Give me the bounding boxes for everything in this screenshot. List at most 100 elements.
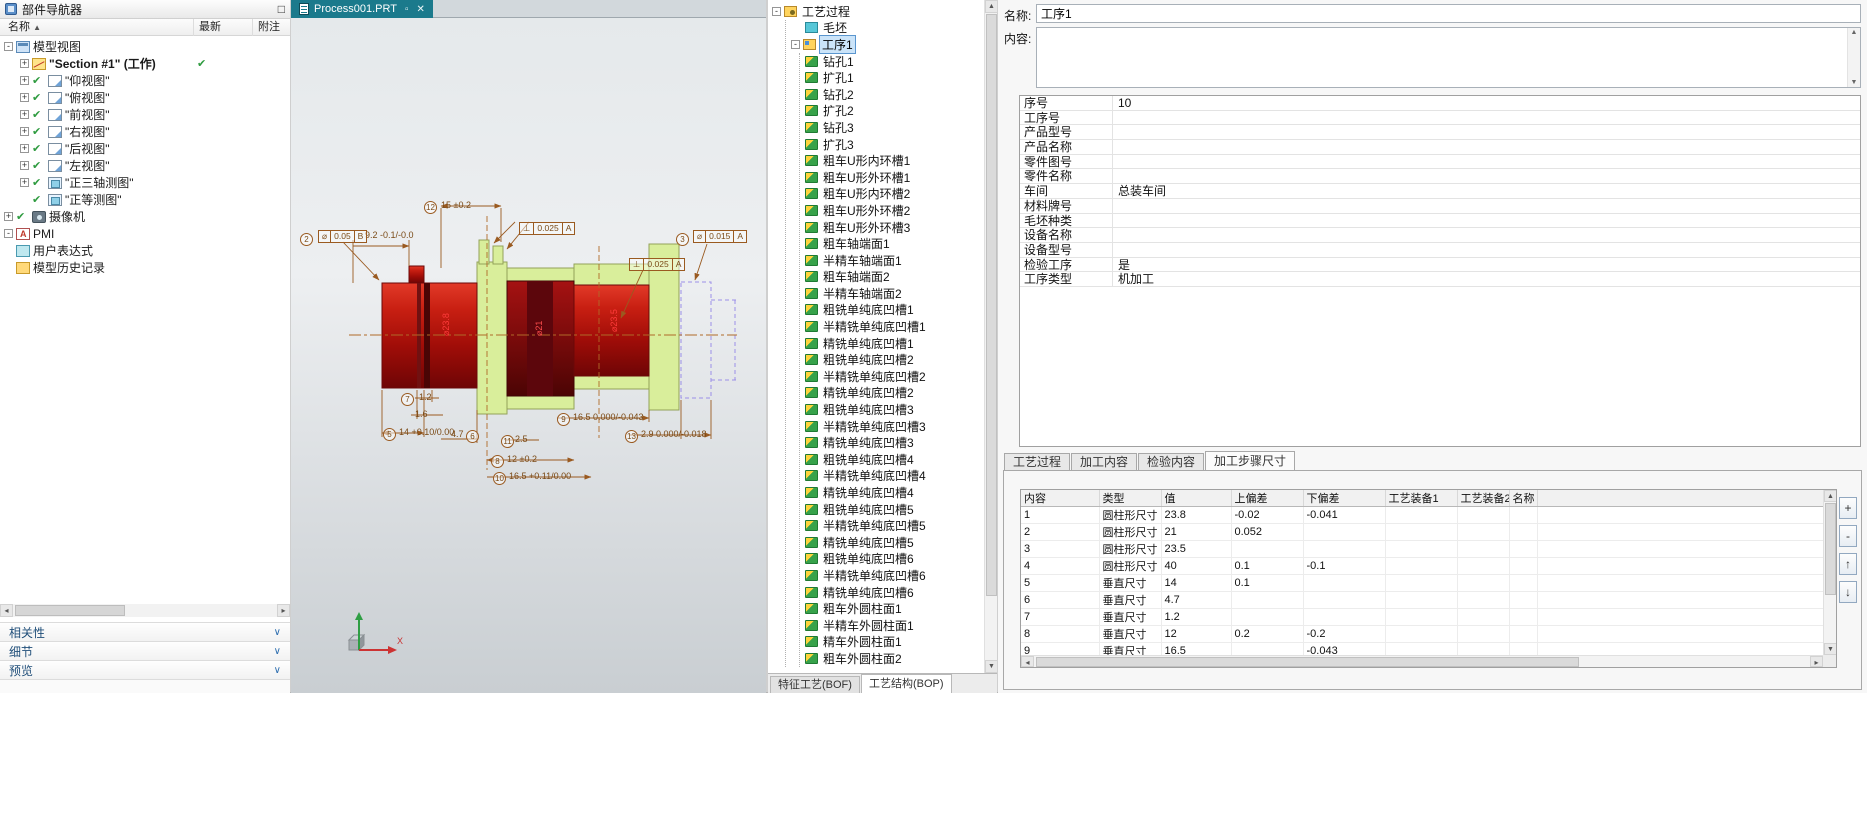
operation-item[interactable]: 扩孔2 [800, 103, 984, 120]
nav-tree-item[interactable]: + "Section #1" (工作) ✔ [0, 55, 290, 72]
attribute-value[interactable] [1113, 155, 1118, 169]
attribute-value[interactable] [1113, 243, 1118, 257]
nav-tree-item[interactable]: + ✔ "右视图" [0, 123, 290, 140]
close-tab-icon[interactable]: ✕ [417, 4, 425, 15]
scroll-down-icon[interactable]: ▼ [1824, 643, 1836, 655]
move-up-button[interactable]: ↑ [1839, 553, 1857, 575]
nav-tree-item[interactable]: + ✔ "俯视图" [0, 89, 290, 106]
table-row[interactable]: 3 圆柱形尺寸 23.5 [1021, 540, 1823, 558]
operation-item[interactable]: 精铣单纯底凹槽6 [800, 584, 984, 601]
scroll-right-icon[interactable]: ▸ [277, 604, 290, 617]
column-header[interactable]: 内容 [1021, 490, 1100, 507]
operation-item[interactable]: 半精车轴端面2 [800, 285, 984, 302]
operation-item[interactable]: 半精铣单纯底凹槽2 [800, 368, 984, 385]
nav-tree-item[interactable]: - PMI [0, 225, 290, 242]
table-row[interactable]: 6 垂直尺寸 4.7 [1021, 591, 1823, 609]
viewport-tab[interactable]: Process001.PRT ▫ ✕ [291, 0, 433, 18]
attribute-value[interactable]: 是 [1113, 258, 1130, 272]
operation-item[interactable]: 半精铣单纯底凹槽1 [800, 318, 984, 335]
attribute-value[interactable] [1113, 111, 1118, 125]
attribute-value[interactable] [1113, 125, 1118, 139]
operation-item[interactable]: 粗车U形外环槽1 [800, 169, 984, 186]
table-horizontal-scrollbar[interactable]: ◂ ▸ [1021, 655, 1823, 667]
nav-tree-item[interactable]: 用户表达式 [0, 242, 290, 259]
column-header[interactable]: 类型 [1099, 490, 1162, 507]
operation-item[interactable]: 半精铣单纯底凹槽6 [800, 567, 984, 584]
name-input[interactable] [1036, 4, 1861, 23]
operation-item[interactable]: 精铣单纯底凹槽3 [800, 434, 984, 451]
operation-item[interactable]: 半精车轴端面1 [800, 252, 984, 269]
nav-tree-item[interactable]: + ✔ "前视图" [0, 106, 290, 123]
attribute-value[interactable] [1113, 169, 1118, 183]
operation-item[interactable]: 半精铣单纯底凹槽4 [800, 468, 984, 485]
operation-item[interactable]: 粗车U形内环槽2 [800, 186, 984, 203]
undock-window-button[interactable]: □ [278, 2, 285, 16]
operation-item[interactable]: 粗车U形外环槽3 [800, 219, 984, 236]
expand-icon[interactable]: + [20, 93, 29, 102]
nav-tree-item[interactable]: + ✔ "后视图" [0, 140, 290, 157]
operation-item[interactable]: 粗车轴端面2 [800, 269, 984, 286]
nav-tree-item[interactable]: 模型历史记录 [0, 259, 290, 276]
scroll-down-icon[interactable]: ▼ [1851, 79, 1858, 86]
scrollbar-track[interactable] [13, 604, 277, 617]
blank-item[interactable]: 毛坯 [786, 20, 984, 37]
float-window-icon[interactable]: ▫ [405, 4, 409, 15]
column-header[interactable]: 名称 [1509, 490, 1538, 507]
operation-item[interactable]: 扩孔3 [800, 136, 984, 153]
operation-item[interactable]: 粗车U形外环槽2 [800, 202, 984, 219]
operation-item[interactable]: 粗铣单纯底凹槽5 [800, 501, 984, 518]
scrollbar-track[interactable] [1034, 656, 1810, 667]
detail-tab-1[interactable]: 加工内容 [1071, 453, 1138, 471]
column-header[interactable]: 值 [1161, 490, 1232, 507]
operation-item[interactable]: 粗车外圆柱面1 [800, 600, 984, 617]
move-down-button[interactable]: ↓ [1839, 581, 1857, 603]
attribute-value[interactable]: 10 [1113, 96, 1131, 110]
table-row[interactable]: 5 垂直尺寸 14 0.1 [1021, 574, 1823, 592]
table-row[interactable]: 8 垂直尺寸 12 0.2 -0.2 [1021, 625, 1823, 643]
operation-item[interactable]: 粗车轴端面1 [800, 235, 984, 252]
scrollbar-thumb[interactable] [1036, 657, 1580, 667]
table-row[interactable]: 2 圆柱形尺寸 21 0.052 [1021, 523, 1823, 541]
detail-tab-0[interactable]: 工艺过程 [1004, 453, 1071, 471]
remove-row-button[interactable]: - [1839, 525, 1857, 547]
detail-tab-2[interactable]: 检验内容 [1138, 453, 1205, 471]
operation-item[interactable]: 精铣单纯底凹槽5 [800, 534, 984, 551]
scroll-left-icon[interactable]: ◂ [1021, 656, 1034, 667]
scroll-up-icon[interactable]: ▲ [1824, 490, 1836, 502]
operation-item[interactable]: 粗铣单纯底凹槽6 [800, 551, 984, 568]
nav-tree-item[interactable]: ✔ "正等测图" [0, 191, 290, 208]
expand-icon[interactable]: + [4, 212, 13, 221]
operation-item[interactable]: 粗铣单纯底凹槽3 [800, 401, 984, 418]
column-note[interactable]: 附注 [252, 19, 280, 36]
table-row[interactable]: 1 圆柱形尺寸 23.8 -0.02 -0.041 [1021, 506, 1823, 524]
section-header[interactable]: 相关性 ∨ [0, 622, 290, 641]
process-tree-scrollbar[interactable]: ▲ ▼ [984, 0, 998, 673]
collapse-icon[interactable]: - [4, 229, 13, 238]
table-row[interactable]: 7 垂直尺寸 1.2 [1021, 608, 1823, 626]
scrollbar-thumb[interactable] [1825, 503, 1836, 595]
expand-icon[interactable]: + [20, 59, 29, 68]
operation-item[interactable]: 半精车外圆柱面1 [800, 617, 984, 634]
operation-item[interactable]: 钻孔1 [800, 53, 984, 70]
operation-item[interactable]: 粗铣单纯底凹槽1 [800, 302, 984, 319]
operation-item[interactable]: 钻孔3 [800, 119, 984, 136]
column-header[interactable]: 上偏差 [1231, 490, 1304, 507]
column-header[interactable]: 工艺装备1 [1385, 490, 1458, 507]
expand-icon[interactable]: + [20, 127, 29, 136]
process-tab-1[interactable]: 工艺结构(BOP) [860, 674, 952, 693]
table-row[interactable]: 9 垂直尺寸 16.5 -0.043 [1021, 642, 1823, 655]
attribute-value[interactable]: 总装车间 [1113, 184, 1166, 198]
operation-item[interactable]: 粗车外圆柱面2 [800, 650, 984, 667]
scroll-up-icon[interactable]: ▲ [1851, 29, 1858, 36]
operation-item[interactable]: 精铣单纯底凹槽4 [800, 484, 984, 501]
operation-item[interactable]: 精铣单纯底凹槽2 [800, 385, 984, 402]
add-row-button[interactable]: + [1839, 497, 1857, 519]
nav-tree-item[interactable]: + ✔ "正三轴测图" [0, 174, 290, 191]
scrollbar-thumb[interactable] [15, 605, 125, 616]
attribute-value[interactable] [1113, 199, 1118, 213]
operation-item[interactable]: 扩孔1 [800, 69, 984, 86]
nav-tree-item[interactable]: + ✔ "左视图" [0, 157, 290, 174]
column-header[interactable]: 下偏差 [1303, 490, 1386, 507]
viewport-canvas[interactable]: 15 ±0.2 12 9.2 -0.1/-0.0 ⌀ 0.05 B 2 ⊥ 0.025 A ⊥ 0.0… [291, 18, 766, 693]
attribute-value[interactable] [1113, 214, 1118, 228]
